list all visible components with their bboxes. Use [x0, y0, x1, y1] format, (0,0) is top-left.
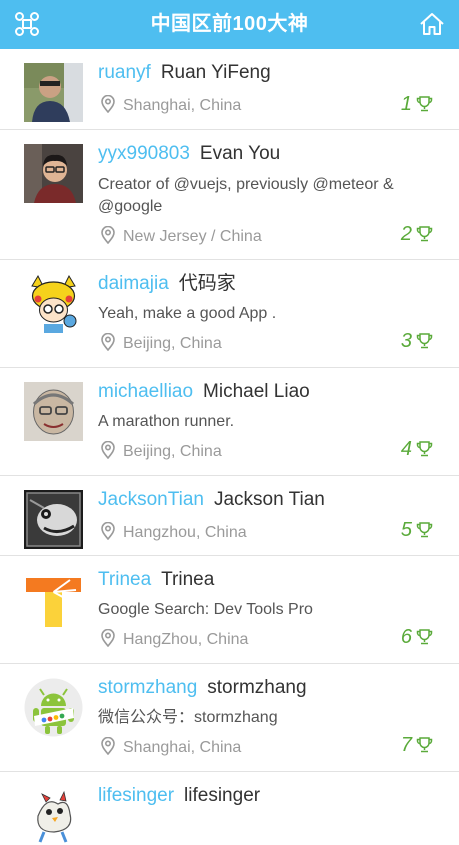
- user-login[interactable]: daimajia: [98, 273, 169, 294]
- location-text: Beijing, China: [123, 335, 222, 352]
- map-marker-icon: [101, 736, 115, 756]
- list-item[interactable]: Trinea Trinea Google Search: Dev Tools Pr…: [0, 556, 459, 664]
- rank-number: 2: [400, 223, 412, 245]
- user-name: 代码家: [178, 273, 236, 294]
- location-text: Shanghai, China: [123, 739, 242, 756]
- map-marker-icon: [101, 521, 115, 541]
- rank-number: 5: [400, 519, 412, 541]
- location-text: HangZhou, China: [123, 631, 249, 648]
- user-location: Hangzhou, China: [100, 521, 247, 543]
- user-name: stormzhang: [207, 677, 307, 698]
- home-button[interactable]: [419, 11, 445, 37]
- user-name: lifesinger: [184, 785, 261, 806]
- page-title: 中国区前100大神: [150, 13, 309, 35]
- map-marker-icon: [101, 628, 115, 648]
- rank-number: 1: [400, 93, 412, 115]
- user-location: Shanghai, China: [100, 736, 242, 758]
- list-item[interactable]: lifesinger lifesinger: [0, 772, 459, 845]
- map-marker-icon: [101, 94, 115, 114]
- app-header: 中国区前100大神: [0, 0, 459, 49]
- rank-badge: 5: [401, 520, 433, 540]
- user-login[interactable]: lifesinger: [98, 785, 174, 806]
- trophy-icon: [416, 96, 433, 112]
- user-bio: Creator of @vuejs, previously @meteor & …: [98, 176, 394, 215]
- rank-badge: 6: [401, 627, 433, 647]
- user-location: New Jersey / China: [100, 225, 262, 247]
- rank-badge: 1: [401, 94, 433, 114]
- list-item[interactable]: ruanyf Ruan YiFeng Shanghai, China 1: [0, 49, 459, 130]
- map-marker-icon: [101, 225, 115, 245]
- rank-number: 6: [400, 626, 412, 648]
- user-name: Evan You: [199, 143, 281, 164]
- user-bio: A marathon runner.: [98, 413, 235, 430]
- map-marker-icon: [101, 332, 115, 352]
- rank-badge: 7: [401, 735, 433, 755]
- list-item[interactable]: daimajia 代码家 Yeah, make a good App . Beij…: [0, 260, 459, 368]
- list-item[interactable]: stormzhang stormzhang 微信公众号：stormzhang Sh…: [0, 664, 459, 772]
- avatar[interactable]: [24, 786, 83, 845]
- list-item[interactable]: yyx990803 Evan You Creator of @vuejs, pre…: [0, 130, 459, 260]
- user-bio: Google Search: Dev Tools Pro: [98, 601, 313, 618]
- avatar[interactable]: [24, 144, 83, 203]
- location-text: Hangzhou, China: [123, 524, 247, 541]
- user-location: HangZhou, China: [100, 628, 249, 650]
- location-text: Beijing, China: [123, 443, 222, 460]
- trophy-icon: [416, 333, 433, 349]
- trophy-icon: [416, 737, 433, 753]
- user-location: Beijing, China: [100, 332, 222, 354]
- user-name: Michael Liao: [203, 381, 310, 402]
- user-bio: Yeah, make a good App .: [98, 305, 277, 322]
- trophy-icon: [416, 629, 433, 645]
- user-bio: 微信公众号：stormzhang: [98, 709, 278, 726]
- user-name: Ruan YiFeng: [160, 62, 271, 83]
- rank-number: 4: [400, 438, 412, 460]
- avatar[interactable]: [24, 570, 83, 629]
- trophy-icon: [416, 441, 433, 457]
- trophy-icon: [416, 226, 433, 242]
- rank-badge: 2: [401, 224, 433, 244]
- map-marker-icon: [101, 440, 115, 460]
- avatar[interactable]: [24, 678, 83, 737]
- home-icon: [420, 13, 444, 35]
- rank-number: 7: [400, 734, 412, 756]
- user-login[interactable]: JacksonTian: [98, 489, 204, 510]
- user-location: Shanghai, China: [100, 94, 242, 116]
- avatar[interactable]: [24, 274, 83, 333]
- avatar[interactable]: [24, 63, 83, 122]
- user-name: Trinea: [161, 569, 215, 590]
- list-item[interactable]: JacksonTian Jackson Tian Hangzhou, China …: [0, 476, 459, 556]
- avatar[interactable]: [24, 382, 83, 441]
- location-text: New Jersey / China: [123, 228, 262, 245]
- location-text: Shanghai, China: [123, 97, 242, 114]
- user-login[interactable]: ruanyf: [98, 62, 151, 83]
- list-item[interactable]: michaelliao Michael Liao A marathon runne…: [0, 368, 459, 476]
- user-login[interactable]: michaelliao: [98, 381, 193, 402]
- user-login[interactable]: stormzhang: [98, 677, 197, 698]
- rank-badge: 4: [401, 439, 433, 459]
- user-login[interactable]: yyx990803: [98, 143, 190, 164]
- avatar[interactable]: [24, 490, 83, 549]
- rank-badge: 3: [401, 331, 433, 351]
- user-location: Beijing, China: [100, 440, 222, 462]
- user-name: Jackson Tian: [213, 489, 325, 510]
- trophy-icon: [416, 522, 433, 538]
- user-login[interactable]: Trinea: [98, 569, 151, 590]
- rank-number: 3: [400, 330, 412, 352]
